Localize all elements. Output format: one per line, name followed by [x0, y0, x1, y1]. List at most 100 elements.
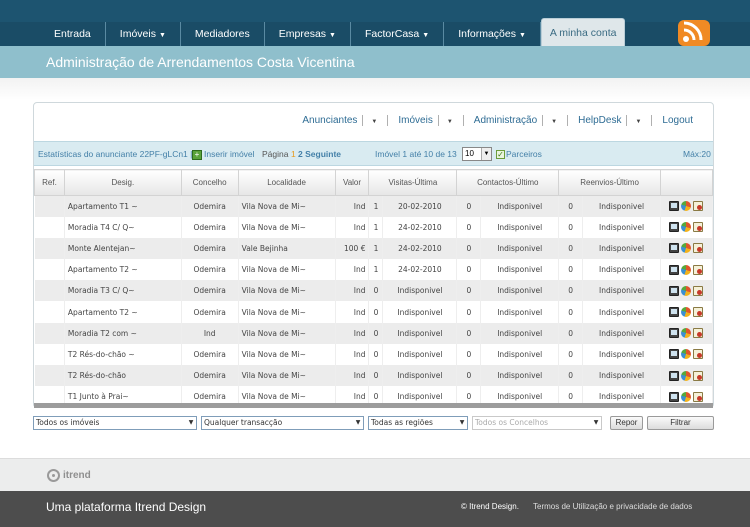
menu-im-veis[interactable]: Imóveis ▼ [388, 115, 464, 126]
filter-button[interactable]: Filtrar [647, 416, 714, 430]
monitor-icon[interactable] [669, 328, 680, 339]
footer-copyright: © Itrend Design. [461, 502, 519, 511]
monitor-icon[interactable] [669, 391, 680, 402]
monitor-icon[interactable] [669, 370, 680, 381]
chart-icon[interactable] [681, 222, 692, 233]
cell-desig[interactable]: Monte Alentejan~ [64, 237, 182, 260]
menu-administra-o[interactable]: Administração ▼ [464, 115, 569, 126]
cell-ref [34, 195, 65, 217]
transaction-select[interactable]: Qualquer transacção ▼ [201, 416, 364, 430]
nav-item-my-account[interactable]: A minha conta [540, 18, 626, 46]
cell-desig[interactable]: Apartamento T2 ~ [64, 301, 182, 323]
cell-concelho: Odemira [181, 259, 239, 281]
cell-concelho: Odemira [181, 301, 239, 323]
monitor-icon[interactable] [669, 201, 680, 212]
menu-logout[interactable]: Logout [652, 115, 703, 126]
properties-table: Ref. Desig. Concelho Localidade Valor Visitas… [34, 169, 714, 408]
column-header[interactable]: Visitas-Última [368, 169, 458, 196]
document-icon[interactable] [693, 307, 704, 318]
cell-desig[interactable]: Apartamento T1 ~ [64, 195, 182, 217]
table-row[interactable]: T2 Rés-do-chão ~ Odemira Vila Nova de Mi~ I… [34, 343, 714, 365]
nav-item-entrada[interactable]: Entrada [40, 22, 106, 46]
monitor-icon[interactable] [669, 307, 680, 318]
cell-desig[interactable]: T2 Rés-do-chão ~ [64, 343, 182, 365]
table-row[interactable]: Apartamento T1 ~ Odemira Vila Nova de Mi~ I… [34, 195, 714, 217]
chart-icon[interactable] [681, 201, 692, 212]
column-header[interactable]: Desig. [63, 169, 182, 196]
chart-icon[interactable] [681, 285, 692, 296]
nav-item-mediadores[interactable]: Mediadores [181, 22, 265, 46]
page-title: Administração de Arrendamentos Costa Vic… [46, 54, 355, 70]
document-icon[interactable] [693, 285, 704, 296]
horizontal-scrollbar[interactable] [34, 403, 713, 408]
chart-icon[interactable] [681, 328, 692, 339]
cell-desig[interactable]: Apartamento T2 ~ [64, 259, 182, 281]
column-header[interactable]: Ref. [34, 169, 65, 196]
monitor-icon[interactable] [669, 349, 680, 360]
document-icon[interactable] [693, 349, 704, 360]
column-header[interactable]: Valor [334, 169, 370, 196]
chart-icon[interactable] [681, 243, 692, 254]
menu-helpdesk[interactable]: HelpDesk ▼ [568, 115, 653, 126]
per-page-select[interactable]: 10 ▼ [462, 147, 492, 161]
table-row[interactable]: Apartamento T2 ~ Odemira Vila Nova de Mi~ I… [34, 259, 714, 281]
monitor-icon[interactable] [669, 243, 680, 254]
nav-item-empresas[interactable]: Empresas ▼ [265, 22, 351, 46]
table-row[interactable]: Moradia T2 com ~ Ind Vila Nova de Mi~ Ind 0 I… [34, 322, 714, 344]
document-icon[interactable] [693, 201, 704, 212]
nav-item-factorcasa[interactable]: FactorCasa ▼ [351, 22, 445, 46]
table-row[interactable]: Moradia T3 C/ Q~ Odemira Vila Nova de Mi~ I… [34, 280, 714, 302]
nav-item-im-veis[interactable]: Imóveis ▼ [106, 22, 181, 46]
stats-link[interactable]: Estatísticas do anunciante 22PF-gLCn1 | [38, 149, 192, 159]
cell-desig[interactable]: T2 Rés-do-chão [64, 365, 182, 387]
menu-anunciantes[interactable]: Anunciantes ▼ [292, 115, 389, 126]
cell-visitas: 0 [368, 322, 384, 344]
reset-button[interactable]: Repor [610, 416, 643, 430]
cell-localidade: Vila Nova de Mi~ [238, 280, 336, 302]
table-row[interactable]: Apartamento T2 ~ Odemira Vila Nova de Mi~ I… [34, 301, 714, 323]
table-row[interactable]: T2 Rés-do-chão Odemira Vila Nova de Mi~ Ind… [34, 365, 714, 387]
monitor-icon[interactable] [669, 222, 680, 233]
table-row[interactable]: Moradia T4 C/ Q~ Odemira Vila Nova de Mi~ I… [34, 216, 714, 238]
table-header: Ref. Desig. Concelho Localidade Valor Visitas… [34, 169, 714, 196]
cell-desig[interactable]: Moradia T2 com ~ [64, 322, 182, 344]
chart-icon[interactable] [681, 370, 692, 381]
footer-logo-band: itrend [0, 458, 750, 491]
column-header[interactable] [659, 169, 714, 196]
row-actions [660, 301, 714, 323]
monitor-icon[interactable] [669, 285, 680, 296]
column-header[interactable]: Reenvios-Último [558, 169, 661, 196]
property-type-select[interactable]: Todos os imóveis ▼ [33, 416, 197, 430]
cell-visitas-data: 24-02-2010 [382, 237, 458, 260]
terms-link[interactable]: Termos de Utilização e privacidade de da… [533, 502, 692, 511]
chart-icon[interactable] [681, 264, 692, 275]
insert-property-button[interactable]: + Inserir imóvel [192, 149, 255, 160]
row-actions [660, 237, 714, 260]
caret-down-icon: ▼ [635, 119, 642, 125]
page-next-link[interactable]: 2 Seguinte [298, 149, 341, 159]
document-icon[interactable] [693, 391, 704, 402]
chart-icon[interactable] [681, 307, 692, 318]
document-icon[interactable] [693, 222, 704, 233]
document-icon[interactable] [693, 370, 704, 381]
cell-desig[interactable]: Moradia T4 C/ Q~ [64, 216, 182, 238]
monitor-icon[interactable] [669, 264, 680, 275]
region-value: Todas as regiões [371, 418, 433, 427]
chart-icon[interactable] [681, 391, 692, 402]
partners-toggle[interactable]: ✓ Parceiros [496, 149, 542, 160]
menu-label: Anunciantes [297, 115, 364, 126]
column-header[interactable]: Contactos-Último [456, 169, 560, 196]
rss-icon[interactable] [676, 18, 712, 48]
document-icon[interactable] [693, 328, 704, 339]
column-header[interactable]: Localidade [237, 169, 336, 196]
region-select[interactable]: Todas as regiões ▼ [368, 416, 468, 430]
column-header[interactable]: Concelho [180, 169, 239, 196]
document-icon[interactable] [693, 243, 704, 254]
council-select[interactable]: Todos os Concelhos ▼ [472, 416, 602, 430]
chart-icon[interactable] [681, 349, 692, 360]
nav-item-informa-es[interactable]: Informações ▼ [444, 22, 541, 46]
cell-desig[interactable]: Moradia T3 C/ Q~ [64, 280, 182, 302]
table-row[interactable]: Monte Alentejan~ Odemira Vale Bejinha 100 €… [34, 237, 714, 260]
document-icon[interactable] [693, 264, 704, 275]
cell-reenvios-data: Indisponivel [582, 195, 661, 217]
